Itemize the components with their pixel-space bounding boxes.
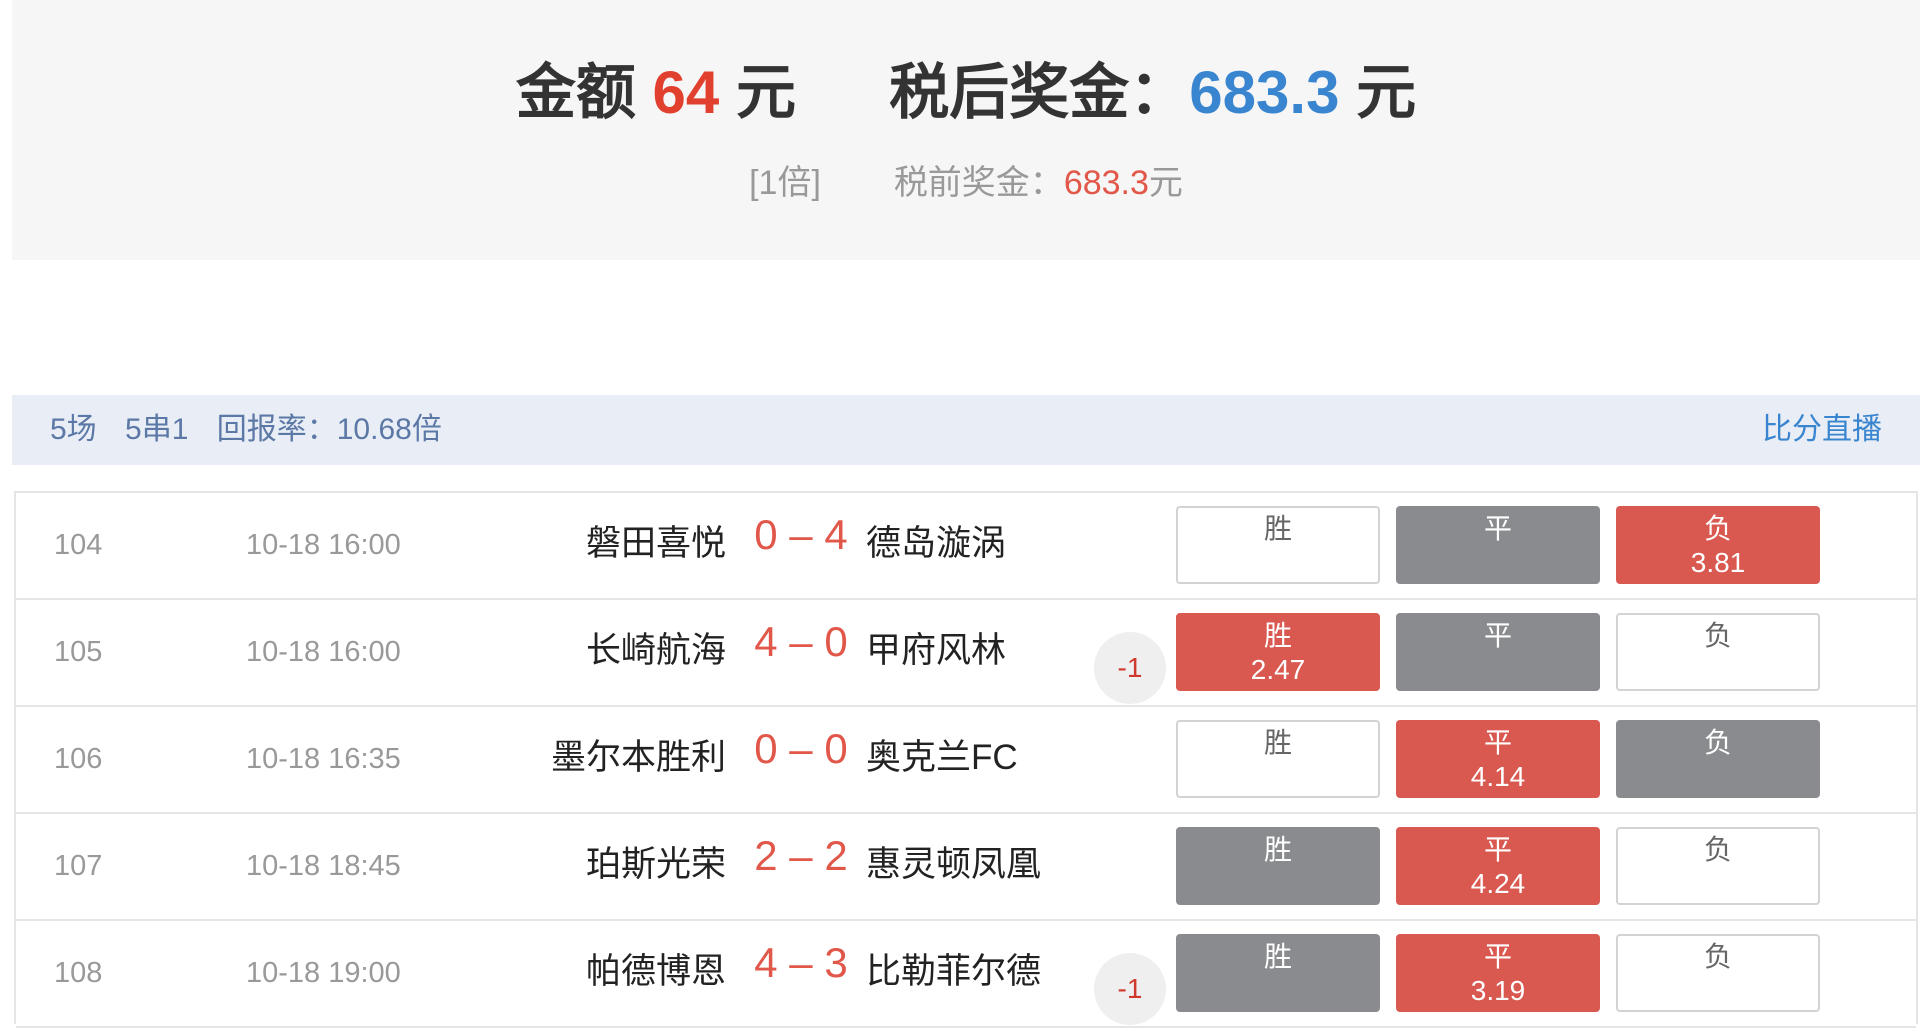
loss-option[interactable]: 负: [1616, 934, 1820, 1012]
match-score: 0 – 4: [754, 511, 848, 558]
draw-option[interactable]: 平: [1396, 506, 1600, 584]
pre-tax-label: 税前奖金：: [893, 164, 1064, 202]
option-label: 平: [1483, 941, 1512, 972]
match-id: 107: [54, 850, 103, 882]
match-score: 4 – 3: [754, 939, 848, 986]
option-label: 负: [1703, 834, 1732, 865]
match-score: 4 – 0: [754, 618, 848, 665]
loss-option[interactable]: 负: [1616, 720, 1820, 798]
match-score: 2 – 2: [754, 832, 848, 879]
table-row: 106 10-18 16:35 墨尔本胜利 0 – 0 奥克兰FC 胜 平 4.14 负: [16, 707, 1916, 814]
table-row: 104 10-18 16:00 磐田喜悦 0 – 4 德岛漩涡 胜 平 负 3.81: [16, 493, 1916, 600]
option-label: 胜: [1263, 727, 1292, 758]
option-label: 胜: [1263, 834, 1292, 865]
match-id: 106: [54, 743, 103, 775]
option-odds: 2.47: [1250, 654, 1306, 685]
option-label: 平: [1483, 513, 1512, 544]
match-time: 10-18 16:35: [246, 743, 401, 775]
match-time: 10-18 16:00: [246, 529, 401, 561]
option-label: 平: [1483, 727, 1512, 758]
home-team: 磐田喜悦: [585, 524, 726, 563]
option-odds: 4.24: [1470, 868, 1526, 899]
option-odds: 4.14: [1470, 761, 1526, 792]
loss-option[interactable]: 负 3.81: [1616, 506, 1820, 584]
amount-label: 金额: [515, 59, 636, 126]
match-count: 5场: [50, 413, 97, 446]
handicap-badge: -1: [1094, 632, 1166, 704]
option-label: 胜: [1263, 941, 1292, 972]
table-row: 107 10-18 18:45 珀斯光荣 2 – 2 惠灵顿凤凰 胜 平 4.24 负: [16, 814, 1916, 921]
home-team: 帕德博恩: [585, 952, 726, 991]
match-time: 10-18 16:00: [246, 636, 401, 668]
option-label: 负: [1703, 620, 1732, 651]
amount-value: 64: [652, 59, 720, 126]
home-team: 墨尔本胜利: [550, 738, 726, 777]
win-option[interactable]: 胜: [1176, 827, 1380, 905]
win-option[interactable]: 胜: [1176, 720, 1380, 798]
option-label: 负: [1703, 941, 1732, 972]
bet-summary-panel: 金额 64 元 税后奖金：683.3 元 [1倍] 税前奖金：683.3元: [12, 0, 1920, 260]
option-odds: 3.81: [1690, 547, 1746, 578]
table-row: 108 10-18 19:00 帕德博恩 4 – 3 比勒菲尔德 -1 胜 平 3.19 负: [16, 921, 1916, 1028]
draw-option[interactable]: 平 3.19: [1396, 934, 1600, 1012]
ticket-info-bar: 5场 5串1 回报率：10.68倍 比分直播: [12, 395, 1920, 465]
amount-unit: 元: [735, 59, 796, 126]
home-team: 长崎航海: [585, 631, 726, 670]
ticket-info: 5场 5串1 回报率：10.68倍: [50, 395, 462, 465]
match-table: 104 10-18 16:00 磐田喜悦 0 – 4 德岛漩涡胜平负 3.81 105 10-…: [14, 491, 1918, 1028]
win-option[interactable]: 胜 2.47: [1176, 613, 1380, 691]
away-team: 奥克兰FC: [866, 738, 1018, 777]
draw-option[interactable]: 平 4.24: [1396, 827, 1600, 905]
home-team: 珀斯光荣: [585, 845, 726, 884]
draw-option[interactable]: 平 4.14: [1396, 720, 1600, 798]
win-option[interactable]: 胜: [1176, 934, 1380, 1012]
option-label: 负: [1703, 727, 1732, 758]
option-label: 平: [1483, 834, 1512, 865]
return-rate: 回报率：10.68倍: [216, 413, 442, 446]
draw-option[interactable]: 平: [1396, 613, 1600, 691]
loss-option[interactable]: 负: [1616, 613, 1820, 691]
pre-tax-value: 683.3: [1063, 164, 1149, 202]
option-label: 胜: [1263, 620, 1292, 651]
after-tax-unit: 元: [1356, 59, 1417, 126]
multiplier: [1倍]: [749, 164, 821, 202]
summary-sub-line: [1倍] 税前奖金：683.3元: [12, 158, 1920, 208]
option-odds: 3.19: [1470, 975, 1526, 1006]
match-time: 10-18 18:45: [246, 850, 401, 882]
away-team: 甲府风林: [866, 631, 1007, 670]
table-row: 105 10-18 16:00 长崎航海 4 – 0 甲府风林 -1 胜 2.47 平负: [16, 600, 1916, 707]
option-label: 平: [1483, 620, 1512, 651]
win-option[interactable]: 胜: [1176, 506, 1380, 584]
option-label: 胜: [1263, 513, 1292, 544]
match-id: 105: [54, 636, 103, 668]
after-tax-label: 税后奖金：: [889, 59, 1190, 126]
away-team: 比勒菲尔德: [866, 952, 1042, 991]
combo-type: 5串1: [125, 413, 189, 446]
pre-tax-unit: 元: [1148, 164, 1183, 202]
summary-main-line: 金额 64 元 税后奖金：683.3 元: [12, 48, 1920, 138]
live-score-link[interactable]: 比分直播: [1762, 395, 1882, 465]
match-score: 0 – 0: [754, 725, 848, 772]
loss-option[interactable]: 负: [1616, 827, 1820, 905]
away-team: 惠灵顿凤凰: [866, 845, 1042, 884]
option-label: 负: [1703, 513, 1732, 544]
handicap-badge: -1: [1094, 953, 1166, 1025]
after-tax-value: 683.3: [1189, 59, 1340, 126]
match-id: 108: [54, 957, 103, 989]
match-time: 10-18 19:00: [246, 957, 401, 989]
away-team: 德岛漩涡: [866, 524, 1007, 563]
match-id: 104: [54, 529, 103, 561]
